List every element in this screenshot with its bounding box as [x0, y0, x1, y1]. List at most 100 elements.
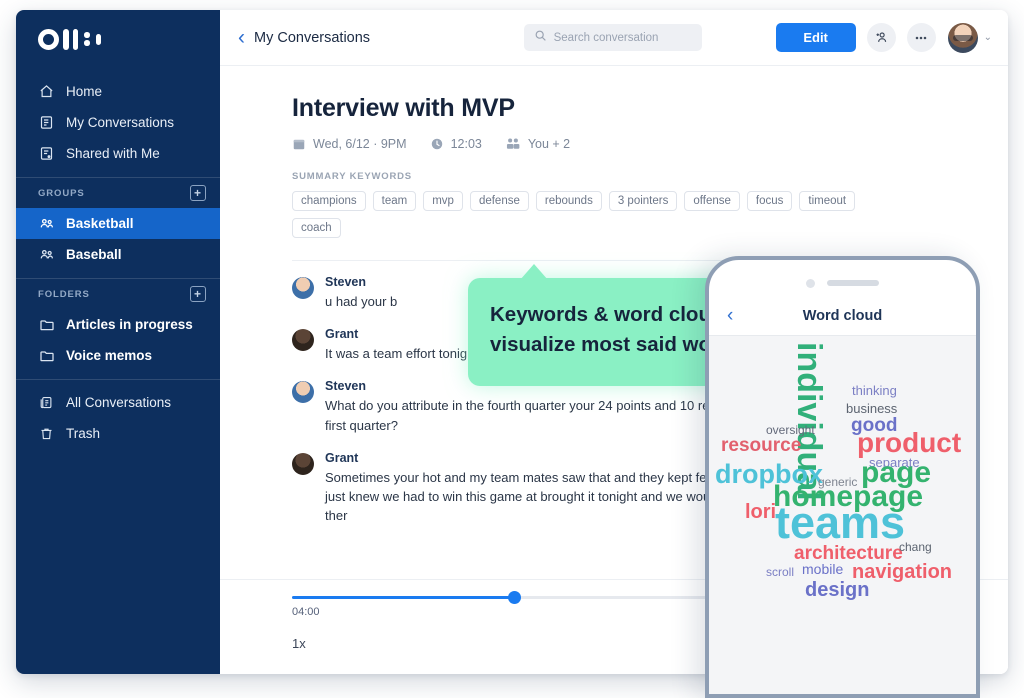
summary-keywords-list: champions teammvp defense rebounds 3 pointer… [292, 191, 892, 238]
sidebar-item-label: Home [66, 84, 102, 99]
conversation-meta: Wed, 6/12 · 9PM 12:03 You + 2 [292, 137, 1008, 151]
people-icon [38, 215, 55, 232]
chevron-down-icon[interactable]: ⌄ [984, 32, 992, 43]
calendar-icon [292, 137, 306, 151]
camera-icon [806, 279, 815, 288]
meta-participants-text: You + 2 [528, 137, 570, 151]
folder-icon [38, 347, 55, 364]
logo-dots-icon [84, 32, 90, 46]
phone-header: ‹ Word cloud [709, 296, 976, 336]
keyword-chip[interactable]: offense [684, 191, 740, 211]
app-logo[interactable] [16, 10, 220, 68]
progress-fill [292, 596, 515, 599]
speaker-avatar [292, 277, 314, 299]
meta-duration: 12:03 [430, 137, 482, 151]
edit-button[interactable]: Edit [776, 23, 856, 52]
word-cloud-word[interactable]: teams [775, 500, 905, 545]
trash-icon [38, 425, 55, 442]
playback-speed-button[interactable]: 1x [292, 636, 306, 651]
keyword-chip[interactable]: mvp [423, 191, 463, 211]
word-cloud-word[interactable]: business [846, 402, 897, 415]
sidebar-item-shared-with-me[interactable]: Shared with Me [16, 138, 220, 169]
keyword-chip[interactable]: team [373, 191, 417, 211]
meta-participants: You + 2 [505, 137, 570, 151]
keyword-chip[interactable]: coach [292, 218, 341, 238]
meta-date-text: Wed, 6/12 · 9PM [313, 137, 407, 151]
sidebar-item-label: Shared with Me [66, 146, 160, 161]
keyword-chip[interactable]: rebounds [536, 191, 602, 211]
search-input[interactable] [554, 32, 692, 44]
shared-document-icon [38, 145, 55, 162]
phone-title: Word cloud [709, 308, 976, 324]
speaker-avatar [292, 329, 314, 351]
word-cloud-word[interactable]: resource [721, 436, 801, 455]
breadcrumb: My Conversations [254, 30, 370, 46]
word-cloud-word[interactable]: product [857, 429, 961, 457]
word-cloud-word[interactable]: mobile [802, 562, 843, 576]
sidebar-item-label: Articles in progress [66, 317, 193, 332]
groups-label: GROUPS [38, 188, 85, 199]
keyword-chip[interactable]: 3 pointers [609, 191, 678, 211]
folders-section-header: FOLDERS + [16, 279, 220, 309]
logo-bar-icon [73, 29, 79, 50]
summary-keywords-label: SUMMARY KEYWORDS [292, 171, 1008, 182]
sidebar-item-trash[interactable]: Trash [16, 418, 220, 449]
more-options-button[interactable] [907, 23, 936, 52]
speaker-avatar [292, 453, 314, 475]
sidebar-item-label: All Conversations [66, 395, 171, 410]
add-person-button[interactable] [867, 23, 896, 52]
sidebar-item-all-conversations[interactable]: All Conversations [16, 387, 220, 418]
search-box[interactable] [524, 24, 702, 51]
phone-notch [709, 260, 976, 296]
home-icon [38, 83, 55, 100]
people-icon [505, 137, 521, 151]
logo-o-icon [38, 29, 59, 50]
people-icon [38, 246, 55, 263]
clock-icon [430, 137, 444, 151]
keyword-chip[interactable]: defense [470, 191, 529, 211]
logo-bar-icon [63, 29, 69, 50]
meta-date: Wed, 6/12 · 9PM [292, 137, 407, 151]
word-cloud-word[interactable]: lori [745, 502, 776, 522]
sidebar-item-basketball[interactable]: Basketball [16, 208, 220, 239]
sidebar-item-home[interactable]: Home [16, 76, 220, 107]
groups-section-header: GROUPS + [16, 178, 220, 208]
sidebar-item-label: My Conversations [66, 115, 174, 130]
keyword-chip[interactable]: timeout [799, 191, 855, 211]
folders-label: FOLDERS [38, 289, 90, 300]
page-title: Interview with MVP [292, 94, 1008, 123]
word-cloud-word[interactable]: design [805, 580, 869, 600]
keyword-chip[interactable]: focus [747, 191, 793, 211]
speaker-avatar [292, 381, 314, 403]
word-cloud-word[interactable]: scroll [766, 566, 794, 578]
folder-icon [38, 316, 55, 333]
word-cloud-word[interactable]: chang [899, 541, 932, 553]
back-button[interactable]: ‹ [238, 27, 245, 48]
avatar[interactable] [948, 23, 978, 53]
word-cloud: individualthinkingbusinessgoodoversightr… [709, 336, 976, 698]
meta-duration-text: 12:03 [451, 137, 482, 151]
phone-back-button[interactable]: ‹ [727, 305, 733, 327]
word-cloud-word[interactable]: thinking [852, 384, 897, 397]
sidebar-item-label: Basketball [66, 216, 134, 231]
phone-mockup: ‹ Word cloud individualthinkingbusinessg… [705, 256, 980, 698]
sidebar-item-my-conversations[interactable]: My Conversations [16, 107, 220, 138]
search-icon [534, 29, 547, 47]
keyword-chip[interactable]: champions [292, 191, 366, 211]
add-group-button[interactable]: + [190, 185, 206, 201]
top-bar: ‹ My Conversations Edit ⌄ [220, 10, 1008, 66]
sidebar: Home My Conversations Shared with Me GRO… [16, 10, 220, 674]
document-icon [38, 114, 55, 131]
progress-knob[interactable] [508, 591, 521, 604]
sidebar-item-voice-memos[interactable]: Voice memos [16, 340, 220, 371]
sidebar-item-baseball[interactable]: Baseball [16, 239, 220, 270]
add-folder-button[interactable]: + [190, 286, 206, 302]
sidebar-item-label: Baseball [66, 247, 122, 262]
callout-arrow-icon [520, 264, 548, 280]
sidebar-item-label: Trash [66, 426, 100, 441]
stack-icon [38, 394, 55, 411]
speaker-icon [827, 280, 879, 286]
sidebar-item-articles-in-progress[interactable]: Articles in progress [16, 309, 220, 340]
sidebar-item-label: Voice memos [66, 348, 152, 363]
logo-cap-icon [96, 34, 102, 45]
